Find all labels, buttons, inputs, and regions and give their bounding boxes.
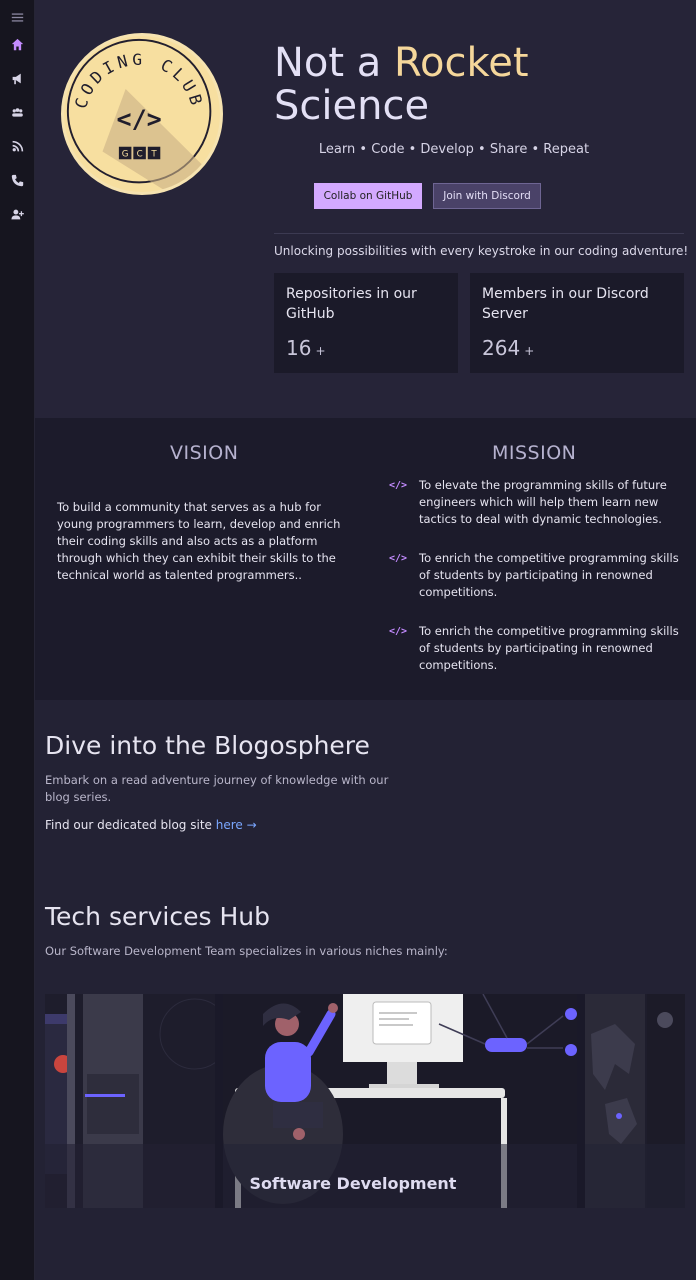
hero-divider <box>274 233 684 234</box>
code-icon: </> <box>389 553 408 564</box>
title-part2: Science <box>274 83 430 129</box>
services-carousel[interactable]: Software Development <box>45 994 685 1208</box>
hero-title: Not a Rocket Science <box>274 42 529 128</box>
blog-tech-section: Dive into the Blogosphere Embark on a re… <box>35 700 696 1280</box>
carousel-card-next[interactable] <box>585 994 685 1208</box>
carousel-card-prev[interactable] <box>45 994 231 1208</box>
code-icon: </> <box>389 626 408 637</box>
stat-label: Repositories in our GitHub <box>286 286 417 322</box>
stat-value: 264 + <box>482 336 535 360</box>
mission-item: </> To enrich the competitive programming… <box>389 551 679 599</box>
card-title: Software Development <box>249 1174 457 1193</box>
logo-symbol: </> <box>117 104 162 133</box>
menu-icon[interactable] <box>9 9 25 25</box>
github-button[interactable]: Collab on GitHub <box>314 183 422 209</box>
title-accent: Rocket <box>394 40 529 86</box>
blog-icon[interactable] <box>9 138 25 154</box>
home-icon[interactable] <box>9 36 25 52</box>
logo-letter-g: G <box>122 149 129 159</box>
add-user-icon[interactable] <box>9 206 25 222</box>
stat-value: 16 + <box>286 336 326 360</box>
hero-tagline: Learn • Code • Develop • Share • Repeat <box>318 142 590 157</box>
hero-subtagline: Unlocking possibilities with every keyst… <box>274 244 689 258</box>
stat-card-github: Repositories in our GitHub 16 + <box>274 273 458 373</box>
stat-label: Members in our Discord Server <box>482 286 649 322</box>
logo-letter-t: T <box>150 149 157 159</box>
stat-card-discord: Members in our Discord Server 264 + <box>470 273 684 373</box>
mission-item: </> To elevate the programming skills of … <box>389 478 667 526</box>
blog-here-link[interactable]: here → <box>216 818 257 832</box>
mission-item: </> To enrich the competitive programming… <box>389 624 679 672</box>
code-icon: </> <box>389 480 408 491</box>
blog-heading: Dive into the Blogosphere <box>45 731 370 760</box>
blog-link-row: Find our dedicated blog site here → <box>45 818 257 832</box>
mission-heading: MISSION <box>492 442 577 464</box>
mission-list: </> To elevate the programming skills of … <box>389 477 689 696</box>
blog-description: Embark on a read adventure journey of kn… <box>45 773 389 804</box>
title-part1: Not a <box>274 40 395 86</box>
sidebar <box>0 0 35 1280</box>
announcement-icon[interactable] <box>9 70 25 86</box>
phone-icon[interactable] <box>9 172 25 188</box>
logo-letter-c: C <box>137 149 143 159</box>
vision-mission-section: VISION To build a community that serves … <box>35 418 696 700</box>
vision-heading: VISION <box>170 442 239 464</box>
team-icon[interactable] <box>9 104 25 120</box>
tech-description: Our Software Development Team specialize… <box>45 944 448 958</box>
carousel-card-software-development[interactable]: Software Development <box>223 994 577 1208</box>
coding-club-logo: CODING CLUB </> G C T <box>61 33 223 195</box>
discord-button[interactable]: Join with Discord <box>433 183 541 209</box>
vision-text: To build a community that serves as a hu… <box>57 500 341 582</box>
tech-heading: Tech services Hub <box>45 902 270 931</box>
